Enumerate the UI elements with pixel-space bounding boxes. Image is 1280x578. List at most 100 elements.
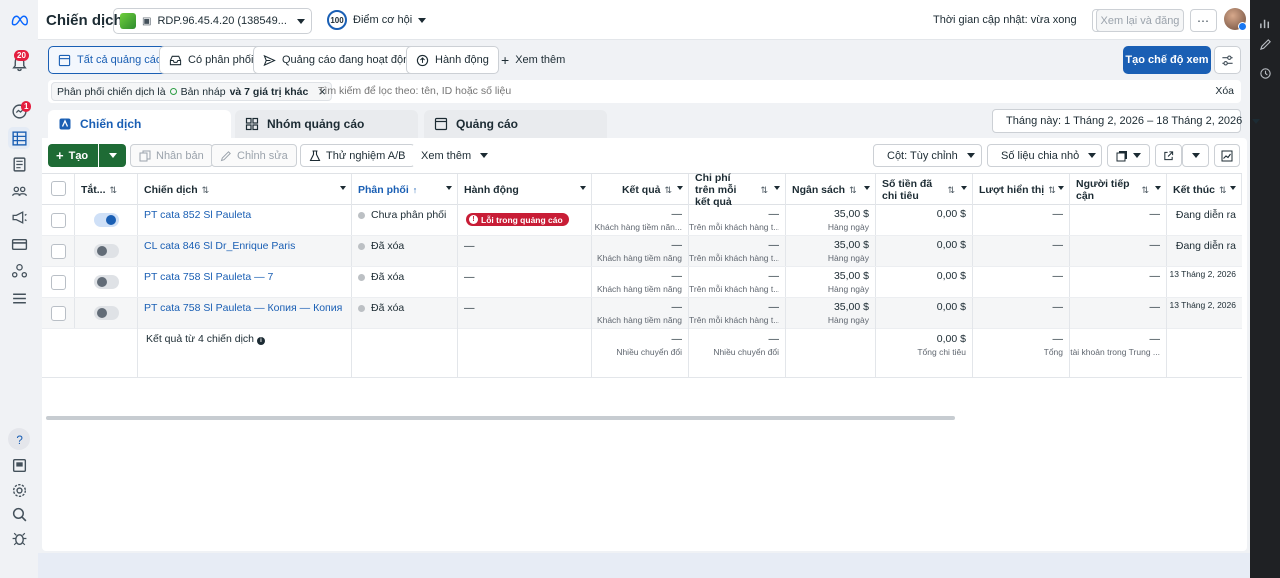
clear-filters-link[interactable]: Xóa [1215,85,1234,97]
campaign-toggle[interactable] [94,213,119,227]
column-header-toggle[interactable]: Tắt... ⇅ [75,174,138,205]
settings-gear-icon[interactable] [8,479,30,501]
see-more-button[interactable]: Xem thêm [412,144,498,167]
create-button[interactable]: + Tạo [48,144,98,167]
column-header-reach[interactable]: Người tiếp cận ⇅ [1070,174,1167,205]
review-and-publish-button[interactable]: Xem lại và đăng [1096,9,1184,32]
plus-icon: + [501,52,510,68]
column-header-actions[interactable]: Hành động [458,174,592,205]
sort-ascending-icon: ↑ [412,184,418,195]
budget-value[interactable]: 35,00 $ [834,208,869,220]
campaign-name-link[interactable]: PT cata 852 Sl Pauleta [144,209,251,221]
charts-button[interactable] [1214,144,1240,167]
billing-card-icon[interactable] [8,233,30,255]
filter-see-more[interactable]: + Xem thêm [491,46,575,74]
export-button[interactable] [1155,144,1182,167]
column-header-budget[interactable]: Ngân sách ⇅ [786,174,876,205]
export-dropdown-button[interactable] [1182,144,1209,167]
row-checkbox[interactable] [51,275,66,290]
report-icon[interactable] [8,454,30,476]
info-icon[interactable]: i [257,337,266,345]
tab-ads[interactable]: Quảng cáo [424,110,607,138]
filter-label: Hành động [435,54,489,66]
bug-report-icon[interactable] [8,527,30,549]
account-selector[interactable]: ▣ RDP.96.45.4.20 (138549... [113,8,312,34]
edit-button[interactable]: Chỉnh sửa [211,144,297,167]
column-header-label: Kết thúc [1173,183,1215,196]
budget-value[interactable]: 35,00 $ [834,270,869,282]
column-header-delivery[interactable]: Phân phối ↑ [352,174,458,205]
row-checkbox[interactable] [51,213,66,228]
all-tools-menu-icon[interactable] [8,287,30,309]
select-all-checkbox[interactable] [51,181,66,196]
row-checkbox[interactable] [51,306,66,321]
budget-value[interactable]: 35,00 $ [834,301,869,313]
ad-window-icon [434,117,448,131]
meta-logo-icon[interactable] [7,9,31,31]
table-row[interactable]: PT cata 758 Sl Pauleta — 7 Đã xóa — — Khá… [42,267,1242,298]
pages-icon[interactable] [8,153,30,175]
breakdown-button[interactable]: Số liệu chia nhỏ [987,144,1102,167]
horizontal-scrollbar[interactable] [46,416,955,420]
date-range-picker[interactable]: Tháng này: 1 Tháng 2, 2026 – 18 Tháng 2,… [992,109,1261,133]
more-options-button[interactable]: ⋯ [1190,9,1217,32]
ad-set-grid-icon [245,117,259,131]
create-view-button[interactable]: Tạo chế độ xem [1123,46,1211,74]
campaign-name-link[interactable]: PT cata 758 Sl Pauleta — 7 [144,271,273,283]
row-checkbox[interactable] [51,244,66,259]
ab-test-button[interactable]: Thử nghiệm A/B [300,144,415,167]
table-row[interactable]: PT cata 758 Sl Pauleta — Копия — Копия Đ… [42,298,1242,329]
search-icon[interactable] [8,503,30,525]
reach-value: — [1149,270,1161,282]
column-header-results[interactable]: Kết quả ⇅ [592,174,689,205]
tab-ad-sets[interactable]: Nhóm quảng cáo [235,110,418,138]
campaign-name-link[interactable]: CL cata 846 Sl Dr_Enrique Paris [144,240,295,252]
duplicate-button[interactable]: Nhân bản [130,144,213,167]
column-header-campaign[interactable]: Chiến dịch ⇅ [138,174,352,205]
results-type: Khách hàng tiềm năng [596,315,682,325]
column-header-cost-per-result[interactable]: Chi phí trên mỗi kết quả ⇅ [689,172,786,208]
tab-campaigns[interactable]: Chiến dịch [48,110,231,138]
budget-value[interactable]: 35,00 $ [834,239,869,251]
delivery-filter-chip[interactable]: Phân phối chiến dịch là Bản nháp và 7 gi… [51,82,332,101]
audiences-icon[interactable] [8,180,30,202]
cost-per-result-type: Trên mỗi khách hàng t... [689,284,779,294]
column-header-amount-spent[interactable]: Số tiền đã chi tiêu ⇅ [876,174,973,205]
sort-icon: ⇅ [849,184,857,195]
table-row[interactable]: PT cata 852 Sl Pauleta Chưa phân phối ! L… [42,205,1242,236]
filter-active-ads[interactable]: Quảng cáo đang hoạt động [253,46,426,74]
campaign-name-link[interactable]: PT cata 758 Sl Pauleta — Копия — Копия [144,302,342,314]
pencil-icon[interactable] [1256,35,1274,53]
campaign-toggle[interactable] [94,244,119,258]
filter-has-delivery[interactable]: Có phân phối [159,46,264,74]
filter-all-ads[interactable]: Tất cả quảng cáo [48,46,173,74]
tab-label: Nhóm quảng cáo [267,117,365,131]
amount-spent-value: 0,00 $ [936,301,966,313]
filter-label: Tất cả quảng cáo [77,54,163,66]
search-input[interactable] [318,85,918,97]
campaign-toggle[interactable] [94,306,119,320]
column-header-label: Tắt... [81,183,106,196]
history-clock-icon[interactable] [1256,64,1274,82]
column-header-impressions[interactable]: Lượt hiển thị ⇅ [973,174,1070,205]
opportunity-score-button[interactable]: 100 Điểm cơ hội [327,10,427,30]
plus-icon: + [56,148,64,163]
create-dropdown-button[interactable] [99,144,126,167]
help-icon[interactable]: ? [8,428,30,450]
account-logo [120,13,136,29]
ad-error-badge[interactable]: ! Lỗi trong quảng cáo [466,213,569,226]
filter-actions[interactable]: Hành động [406,46,499,74]
table-row[interactable]: CL cata 846 Sl Dr_Enrique Paris Đã xóa —… [42,236,1242,267]
status-dot-icon [358,273,365,281]
column-header-ends[interactable]: Kết thúc ⇅ [1167,174,1242,205]
table-header-row: Tắt... ⇅ Chiến dịch ⇅ Phân phối ↑ Hành động… [42,172,1242,208]
ads-manager-table-icon[interactable] [8,127,30,149]
campaign-toggle[interactable] [94,275,119,289]
actions-value: — [464,302,475,314]
business-settings-icon[interactable] [8,259,30,281]
customize-view-button[interactable] [1214,46,1241,74]
columns-button[interactable]: Cột: Tùy chỉnh [873,144,982,167]
reports-dropdown-button[interactable] [1107,144,1150,167]
bar-chart-icon[interactable] [1256,14,1274,32]
megaphone-icon[interactable] [8,206,30,228]
